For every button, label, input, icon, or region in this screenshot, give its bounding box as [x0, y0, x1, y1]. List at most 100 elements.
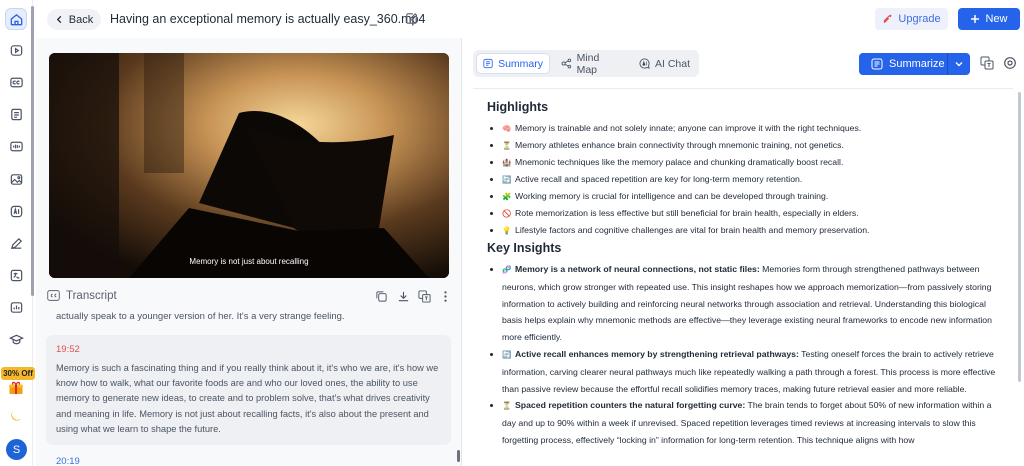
- highlights-text: Lifestyle factors and cognitive challeng…: [515, 225, 870, 235]
- app-window: 30% Off S Back Having an exceptional mem…: [0, 0, 1024, 466]
- tab-ai-chat[interactable]: AI Chat: [633, 53, 697, 74]
- ai-icon[interactable]: [5, 200, 27, 222]
- summary-content: Highlights 🧠 Memory is trainable and not …: [487, 100, 1007, 449]
- sidebar-scrollbar[interactable]: [31, 6, 34, 296]
- tab-label: AI Chat: [655, 57, 691, 70]
- edit-icon[interactable]: [405, 12, 418, 25]
- transcript-line[interactable]: actually speak to a younger version of h…: [56, 311, 446, 322]
- promo-badge[interactable]: 30% Off: [1, 367, 35, 380]
- tab-mind-map[interactable]: Mind Map: [555, 51, 627, 76]
- translate-icon[interactable]: [980, 56, 994, 70]
- translate-icon[interactable]: [418, 290, 431, 303]
- highlights-heading: Highlights: [487, 100, 549, 114]
- highlights-text: Rote memorization is less effective but …: [515, 208, 859, 218]
- upgrade-label: Upgrade: [898, 13, 941, 25]
- copy-icon[interactable]: [375, 290, 388, 303]
- highlights-item: 🚫 Rote memorization is less effective but…: [487, 205, 1007, 222]
- graduation-icon[interactable]: [5, 328, 27, 350]
- emoji-icon: 🧠: [502, 124, 512, 133]
- transcript-header: Transcript: [47, 288, 451, 306]
- insights-heading: Key Insights: [487, 241, 562, 255]
- video-player[interactable]: Memory is not just about recalling: [49, 53, 449, 278]
- insights-item: 🔄 Active recall enhances memory by streng…: [487, 346, 1007, 397]
- back-label: Back: [68, 13, 94, 26]
- image-icon[interactable]: [5, 168, 27, 190]
- summary-icon: [483, 58, 493, 69]
- highlights-item: 🔄 Active recall and spaced repetition are…: [487, 171, 1007, 188]
- highlights-text: Working memory is crucial for intelligen…: [515, 191, 829, 201]
- highlights-text: Mnemonic techniques like the memory pala…: [515, 157, 844, 167]
- new-label: New: [985, 13, 1008, 25]
- ai-chat-icon: [639, 58, 650, 69]
- emoji-icon: 💡: [502, 226, 512, 235]
- top-bar: Back Having an exceptional memory is act…: [34, 0, 1024, 38]
- highlights-text: Active recall and spaced repetition are …: [515, 174, 803, 184]
- summarize-button-group: Summarize: [859, 53, 970, 75]
- tab-label: Summary: [498, 57, 543, 70]
- video-icon[interactable]: [5, 39, 27, 61]
- document-icon[interactable]: [5, 103, 27, 125]
- home-icon[interactable]: [5, 8, 27, 30]
- avatar[interactable]: S: [6, 439, 27, 460]
- summary-divider: [473, 88, 1013, 89]
- insights-item: ⏳ Spaced repetition counters the natural …: [487, 397, 1007, 448]
- chevron-left-icon: [56, 15, 62, 24]
- emoji-icon: 🧩: [502, 192, 512, 201]
- media-panel: Memory is not just about recalling Trans…: [36, 38, 461, 466]
- summary-icon: [871, 58, 883, 70]
- emoji-icon: ⏳: [502, 141, 512, 150]
- insights-list: 🧬 Memory is a network of neural connectio…: [487, 261, 1007, 449]
- emoji-icon: ⏳: [502, 401, 512, 411]
- segment-text: Memory is such a fascinating thing and i…: [56, 363, 439, 434]
- more-options-icon[interactable]: [439, 290, 452, 303]
- sidebar-rail: 30% Off S: [0, 0, 35, 466]
- highlights-item: ⏳ Memory athletes enhance brain connectiv…: [487, 137, 1007, 154]
- insights-text: Memories form through strengthened pathw…: [502, 264, 992, 343]
- tab-label: Mind Map: [576, 51, 600, 76]
- tab-summary[interactable]: Summary: [476, 53, 550, 74]
- emoji-icon: 🏰: [502, 158, 512, 167]
- chevron-down-icon: [955, 62, 963, 67]
- moon-icon[interactable]: [8, 408, 24, 424]
- audio-icon[interactable]: [5, 135, 27, 157]
- view-tabs: Summary Mind Map AI Chat: [473, 50, 699, 77]
- transcript-title: Transcript: [66, 290, 117, 302]
- rocket-icon: [884, 14, 892, 23]
- translate-icon[interactable]: [5, 264, 27, 286]
- edit-pen-icon[interactable]: [5, 232, 27, 254]
- highlights-item: 🏰 Mnemonic techniques like the memory pal…: [487, 154, 1007, 171]
- emoji-icon: 🧬: [502, 265, 512, 274]
- upgrade-button[interactable]: Upgrade: [875, 8, 948, 30]
- download-icon[interactable]: [397, 290, 410, 303]
- transcript-scrollbar[interactable]: [457, 450, 460, 462]
- insights-item: 🧬 Memory is a network of neural connectio…: [487, 261, 1007, 346]
- captions-icon[interactable]: [5, 71, 27, 93]
- emoji-icon: 🚫: [502, 209, 512, 218]
- segment-timestamp[interactable]: 19:52: [56, 344, 80, 355]
- insight-title: Memory is a network of neural connection…: [515, 264, 760, 274]
- insight-title: Active recall enhances memory by strengt…: [515, 348, 799, 359]
- summarize-button[interactable]: Summarize: [859, 58, 947, 70]
- chart-icon[interactable]: [5, 296, 27, 318]
- segment-timestamp[interactable]: 20:19: [56, 456, 80, 466]
- emoji-icon: 🔄: [502, 349, 512, 359]
- plus-icon: [971, 15, 980, 23]
- back-button[interactable]: Back: [47, 9, 101, 30]
- emoji-icon: 🔄: [502, 175, 512, 184]
- new-button[interactable]: New: [958, 8, 1020, 30]
- summarize-label: Summarize: [889, 58, 945, 70]
- highlights-text: Memory athletes enhance brain connectivi…: [515, 140, 844, 150]
- insight-title: Spaced repetition counters the natural f…: [515, 400, 746, 411]
- settings-icon[interactable]: [1003, 56, 1017, 70]
- summary-scrollbar[interactable]: [1018, 92, 1021, 382]
- highlights-item: 🧠 Memory is trainable and not solely inna…: [487, 120, 1007, 137]
- summary-panel: Summary Mind Map AI Chat Summarize Highl…: [462, 38, 1024, 466]
- gift-icon[interactable]: [8, 381, 24, 395]
- captions-icon: [47, 290, 60, 301]
- mind-map-icon: [561, 58, 572, 69]
- video-frame: [49, 53, 449, 278]
- transcript-segment-active[interactable]: 19:52 Memory is such a fascinating thing…: [46, 335, 451, 445]
- highlights-item: 🧩 Working memory is crucial for intellige…: [487, 188, 1007, 205]
- highlights-list: 🧠 Memory is trainable and not solely inna…: [487, 120, 1007, 239]
- summarize-dropdown[interactable]: [948, 59, 970, 69]
